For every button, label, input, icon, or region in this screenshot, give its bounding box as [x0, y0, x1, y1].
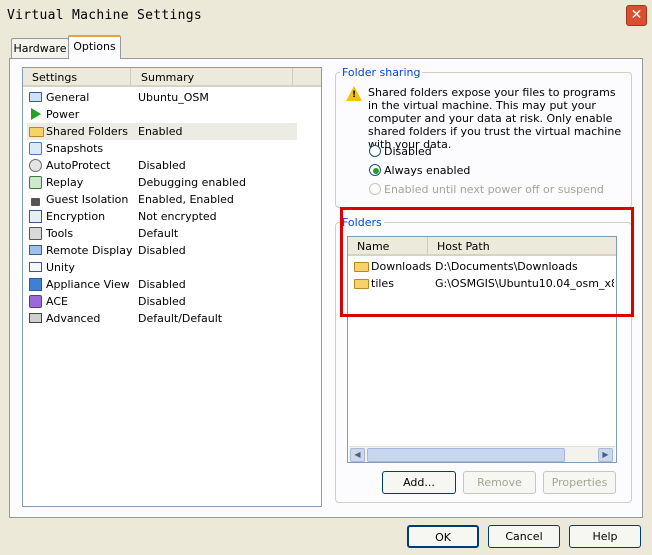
- settings-row-label: Encryption: [46, 210, 106, 223]
- tools-icon: [29, 227, 42, 240]
- settings-row-label: Appliance View: [46, 278, 130, 291]
- settings-row-summary: Default/Default: [138, 312, 223, 325]
- remote-display-icon: [29, 245, 42, 255]
- properties-button: Properties: [543, 471, 616, 494]
- settings-row-advanced[interactable]: Advanced Default/Default: [27, 310, 297, 327]
- settings-row-summary: Debugging enabled: [138, 176, 246, 189]
- ok-button[interactable]: OK: [407, 525, 479, 548]
- radio-disabled-label[interactable]: Disabled: [384, 145, 432, 158]
- settings-row-label: Snapshots: [46, 142, 104, 155]
- settings-row-label: ACE: [46, 295, 68, 308]
- settings-row-replay[interactable]: Replay Debugging enabled: [27, 174, 297, 191]
- settings-row-label: Guest Isolation: [46, 193, 129, 206]
- settings-list: Settings Summary General Ubuntu_OSM Powe…: [22, 67, 322, 507]
- column-header-settings[interactable]: Settings: [23, 68, 131, 85]
- settings-row-summary: Default: [138, 227, 179, 240]
- settings-row-label: Shared Folders: [46, 125, 128, 138]
- highlight-box: [340, 207, 634, 317]
- settings-row-label: Advanced: [46, 312, 101, 325]
- settings-row-shared-folders[interactable]: Shared Folders Enabled: [27, 123, 297, 140]
- settings-row-label: General: [46, 91, 90, 104]
- settings-row-summary: Disabled: [138, 159, 186, 172]
- settings-row-remote-display[interactable]: Remote Display Disabled: [27, 242, 297, 259]
- column-header-summary[interactable]: Summary: [131, 68, 293, 85]
- radio-until-power-off-label: Enabled until next power off or suspend: [384, 183, 604, 196]
- lock-icon: [31, 198, 40, 206]
- settings-list-header: Settings Summary: [23, 68, 321, 87]
- horizontal-scrollbar[interactable]: ◀ ▶: [349, 446, 615, 462]
- radio-always-enabled[interactable]: [369, 164, 381, 176]
- settings-row-encryption[interactable]: Encryption Not encrypted: [27, 208, 297, 225]
- radio-always-enabled-label[interactable]: Always enabled: [384, 164, 470, 177]
- settings-row-label: Replay: [46, 176, 84, 189]
- settings-row-label: Remote Display: [46, 244, 133, 257]
- encryption-icon: [29, 210, 42, 223]
- settings-row-snapshots[interactable]: Snapshots: [27, 140, 297, 157]
- cancel-button[interactable]: Cancel: [488, 525, 560, 548]
- settings-row-power[interactable]: Power: [27, 106, 297, 123]
- appliance-icon: [29, 278, 42, 291]
- window-title: Virtual Machine Settings: [7, 8, 203, 23]
- settings-row-summary: Enabled, Enabled: [138, 193, 234, 206]
- close-button[interactable]: ✕: [626, 5, 647, 26]
- scroll-right-arrow-icon[interactable]: ▶: [598, 448, 613, 462]
- ace-icon: [29, 295, 42, 308]
- settings-row-unity[interactable]: Unity: [27, 259, 297, 276]
- settings-row-guest-isolation[interactable]: Guest Isolation Enabled, Enabled: [27, 191, 297, 208]
- play-icon: [31, 108, 41, 120]
- warning-icon-mark: !: [352, 90, 357, 100]
- unity-icon: [29, 262, 42, 272]
- close-icon: ✕: [630, 7, 643, 23]
- folder-sharing-warning: Shared folders expose your files to prog…: [368, 86, 622, 151]
- settings-row-summary: Disabled: [138, 244, 186, 257]
- monitor-icon: [29, 92, 42, 102]
- settings-row-summary: Not encrypted: [138, 210, 217, 223]
- snapshot-icon: [29, 142, 42, 155]
- settings-row-summary: Disabled: [138, 278, 186, 291]
- folder-icon: [29, 127, 44, 137]
- title-bar: Virtual Machine Settings ✕: [0, 0, 652, 32]
- replay-icon: [29, 176, 42, 189]
- advanced-icon: [29, 313, 42, 323]
- autoprotect-icon: [29, 159, 42, 172]
- radio-selected-dot: [373, 168, 379, 174]
- settings-row-label: Unity: [46, 261, 75, 274]
- settings-row-label: Tools: [46, 227, 74, 240]
- settings-row-label: Power: [46, 108, 80, 121]
- folder-sharing-title: Folder sharing: [342, 66, 421, 79]
- radio-disabled[interactable]: [369, 145, 381, 157]
- scroll-thumb[interactable]: [367, 448, 565, 462]
- add-folder-button[interactable]: Add...: [382, 471, 456, 494]
- settings-row-appliance-view[interactable]: Appliance View Disabled: [27, 276, 297, 293]
- tab-hardware[interactable]: Hardware: [11, 38, 69, 59]
- settings-row-autoprotect[interactable]: AutoProtect Disabled: [27, 157, 297, 174]
- settings-row-general[interactable]: General Ubuntu_OSM: [27, 89, 297, 106]
- settings-row-summary: Enabled: [138, 125, 183, 138]
- settings-row-ace[interactable]: ACE Disabled: [27, 293, 297, 310]
- radio-until-power-off: [369, 183, 381, 195]
- tab-options[interactable]: Options: [68, 35, 121, 59]
- remove-folder-button: Remove: [463, 471, 536, 494]
- scroll-left-arrow-icon[interactable]: ◀: [350, 448, 365, 462]
- settings-row-label: AutoProtect: [46, 159, 111, 172]
- settings-row-summary: Ubuntu_OSM: [138, 91, 209, 104]
- settings-row-tools[interactable]: Tools Default: [27, 225, 297, 242]
- settings-row-summary: Disabled: [138, 295, 186, 308]
- help-button[interactable]: Help: [569, 525, 641, 548]
